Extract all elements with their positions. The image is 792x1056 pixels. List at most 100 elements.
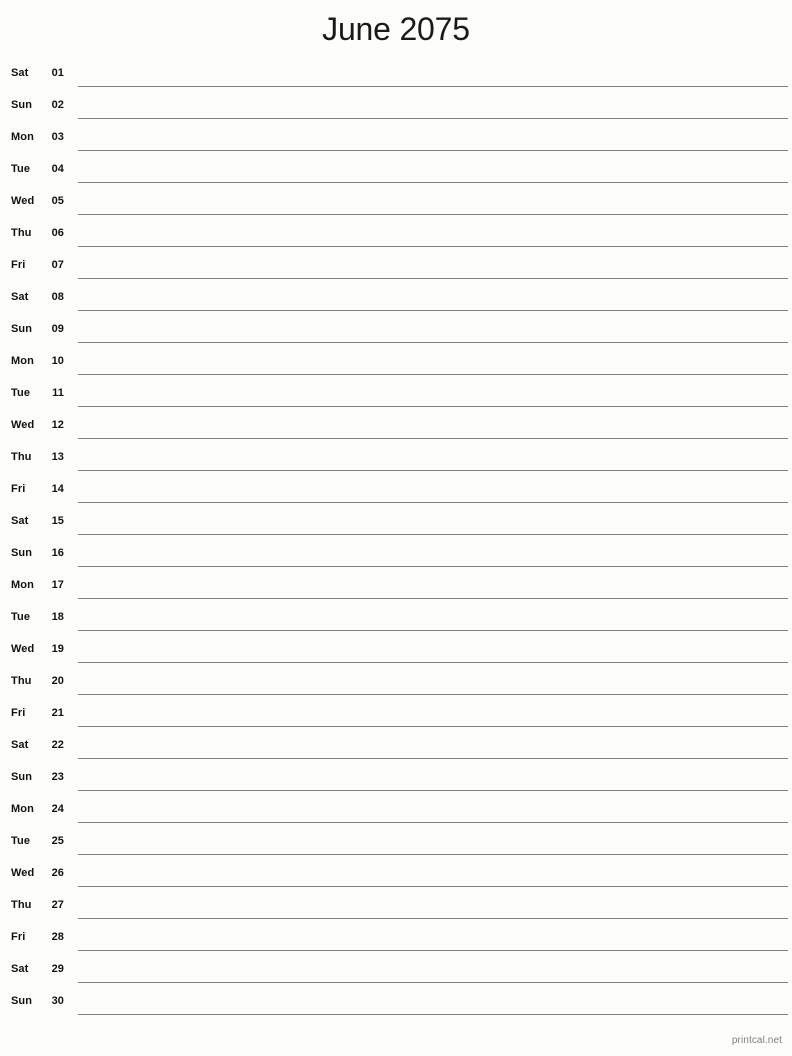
day-row-number: 27 (51, 899, 64, 911)
day-row[interactable]: Sat 08 (0, 284, 792, 316)
day-row-weekday: Sun (11, 547, 33, 559)
day-row-writing-line[interactable] (78, 438, 788, 439)
day-row-writing-line[interactable] (78, 278, 788, 279)
day-row-weekday: Wed (11, 867, 35, 879)
day-row-writing-line[interactable] (78, 1014, 788, 1015)
day-row-number: 11 (52, 387, 64, 399)
day-row-writing-line[interactable] (78, 214, 788, 215)
day-row-weekday: Wed (11, 643, 35, 655)
day-row[interactable]: Mon 24 (0, 796, 792, 828)
day-row-weekday: Mon (11, 131, 34, 143)
day-row-number: 08 (51, 291, 64, 303)
day-row-writing-line[interactable] (78, 502, 788, 503)
day-row-number: 04 (51, 163, 64, 175)
day-row-writing-line[interactable] (78, 310, 788, 311)
day-row-number: 16 (51, 547, 64, 559)
day-row-writing-line[interactable] (78, 118, 788, 119)
day-row-weekday: Tue (11, 835, 31, 847)
day-row-writing-line[interactable] (78, 566, 788, 567)
day-row-list: Sat 01 Sun 02 Mon 03 Tue 04 Wed 05 Thu 06 Fri 07 Sat 08… (0, 60, 792, 1020)
day-row[interactable]: Tue 18 (0, 604, 792, 636)
day-row-writing-line[interactable] (78, 630, 788, 631)
day-row-writing-line[interactable] (78, 982, 788, 983)
day-row-writing-line[interactable] (78, 406, 788, 407)
day-row-number: 06 (51, 227, 64, 239)
day-row[interactable]: Sun 02 (0, 92, 792, 124)
day-row[interactable]: Thu 20 (0, 668, 792, 700)
day-row-weekday: Mon (11, 355, 34, 367)
day-row-weekday: Sun (11, 995, 33, 1007)
day-row-number: 19 (51, 643, 64, 655)
day-row-weekday: Sat (11, 67, 29, 79)
day-row-number: 20 (51, 675, 64, 687)
day-row-number: 28 (51, 931, 64, 943)
day-row-number: 07 (51, 259, 64, 271)
day-row[interactable]: Mon 10 (0, 348, 792, 380)
day-row-writing-line[interactable] (78, 950, 788, 951)
day-row-writing-line[interactable] (78, 342, 788, 343)
day-row[interactable]: Tue 11 (0, 380, 792, 412)
day-row-writing-line[interactable] (78, 534, 788, 535)
day-row-writing-line[interactable] (78, 726, 788, 727)
day-row-weekday: Mon (11, 579, 34, 591)
day-row-number: 18 (51, 611, 64, 623)
day-row[interactable]: Fri 21 (0, 700, 792, 732)
day-row-writing-line[interactable] (78, 758, 788, 759)
day-row-weekday: Thu (11, 675, 32, 687)
day-row-weekday: Fri (11, 931, 26, 943)
day-row-writing-line[interactable] (78, 918, 788, 919)
day-row[interactable]: Wed 19 (0, 636, 792, 668)
day-row[interactable]: Tue 25 (0, 828, 792, 860)
day-row-weekday: Mon (11, 803, 34, 815)
day-row[interactable]: Thu 27 (0, 892, 792, 924)
day-row-writing-line[interactable] (78, 822, 788, 823)
day-row[interactable]: Sat 29 (0, 956, 792, 988)
day-row[interactable]: Fri 28 (0, 924, 792, 956)
calendar-page: June 2075 Sat 01 Sun 02 Mon 03 Tue 04 Wed 05 Thu 06… (0, 0, 792, 1056)
day-row[interactable]: Tue 04 (0, 156, 792, 188)
day-row[interactable]: Wed 12 (0, 412, 792, 444)
day-row-writing-line[interactable] (78, 854, 788, 855)
day-row-number: 10 (51, 355, 64, 367)
day-row[interactable]: Thu 13 (0, 444, 792, 476)
day-row-writing-line[interactable] (78, 86, 788, 87)
day-row-weekday: Wed (11, 195, 35, 207)
day-row[interactable]: Mon 17 (0, 572, 792, 604)
day-row-number: 23 (51, 771, 64, 783)
day-row-writing-line[interactable] (78, 694, 788, 695)
day-row-number: 01 (51, 67, 64, 79)
day-row-number: 14 (51, 483, 64, 495)
day-row-number: 29 (51, 963, 64, 975)
day-row-writing-line[interactable] (78, 150, 788, 151)
day-row-number: 15 (51, 515, 64, 527)
day-row-number: 02 (51, 99, 64, 111)
day-row[interactable]: Sat 15 (0, 508, 792, 540)
day-row-number: 05 (51, 195, 64, 207)
day-row[interactable]: Thu 06 (0, 220, 792, 252)
day-row-number: 30 (51, 995, 64, 1007)
day-row-weekday: Sun (11, 771, 33, 783)
day-row-writing-line[interactable] (78, 886, 788, 887)
day-row-weekday: Sat (11, 963, 29, 975)
day-row-writing-line[interactable] (78, 182, 788, 183)
page-title: June 2075 (322, 11, 470, 47)
day-row-writing-line[interactable] (78, 246, 788, 247)
day-row[interactable]: Fri 14 (0, 476, 792, 508)
day-row[interactable]: Sun 23 (0, 764, 792, 796)
day-row[interactable]: Sun 09 (0, 316, 792, 348)
day-row[interactable]: Wed 05 (0, 188, 792, 220)
day-row[interactable]: Sat 01 (0, 60, 792, 92)
day-row[interactable]: Mon 03 (0, 124, 792, 156)
day-row[interactable]: Sat 22 (0, 732, 792, 764)
day-row-number: 22 (51, 739, 64, 751)
day-row-writing-line[interactable] (78, 374, 788, 375)
day-row[interactable]: Wed 26 (0, 860, 792, 892)
day-row-writing-line[interactable] (78, 598, 788, 599)
day-row-writing-line[interactable] (78, 470, 788, 471)
day-row-number: 26 (51, 867, 64, 879)
day-row[interactable]: Sun 30 (0, 988, 792, 1020)
day-row-writing-line[interactable] (78, 662, 788, 663)
day-row[interactable]: Sun 16 (0, 540, 792, 572)
day-row-writing-line[interactable] (78, 790, 788, 791)
day-row[interactable]: Fri 07 (0, 252, 792, 284)
